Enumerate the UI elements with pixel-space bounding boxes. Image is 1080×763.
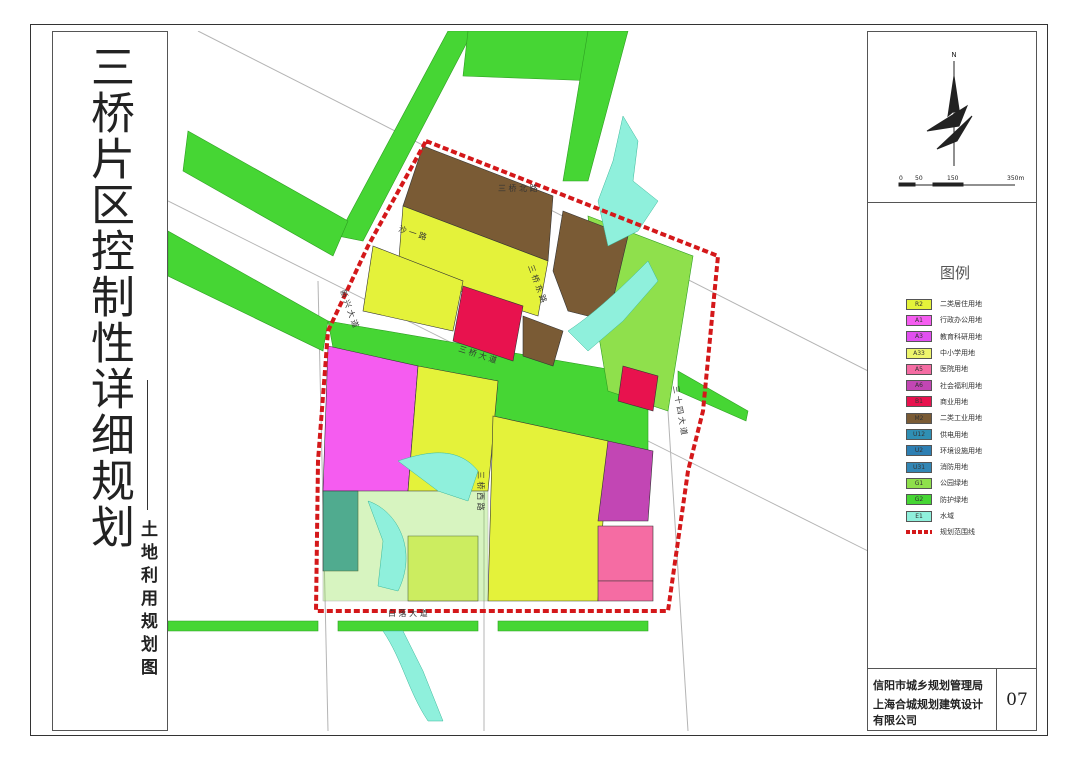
- road-label-south: 白 落 大 道: [388, 608, 428, 618]
- legend-label: 中小学用地: [940, 349, 975, 358]
- legend-item: A1 行政办公用地: [906, 312, 982, 328]
- legend-label: 社会福利用地: [940, 381, 982, 390]
- north-arrow-icon: [926, 61, 973, 166]
- legend-swatch: G1: [906, 477, 932, 489]
- legend-swatch: G2: [906, 494, 932, 506]
- legend-swatch: A3: [906, 331, 932, 343]
- page-number: 07: [996, 668, 1037, 731]
- compass-and-scale: N 0 50 150 350m: [898, 51, 1024, 187]
- legend-label: 医院用地: [940, 365, 968, 374]
- legend-swatch: U12: [906, 429, 932, 441]
- legend-item: U2 环境设施用地: [906, 443, 982, 459]
- legend-item: G2 防护绿地: [906, 492, 982, 508]
- legend-swatch: E1: [906, 510, 932, 522]
- north-label: N: [951, 51, 956, 59]
- map-canvas: 三 桥 北 路 新 兴 大 道 三 十 四 大 道 白 落 大 道 三 桥 西 …: [168, 31, 867, 731]
- legend-label: 供电用地: [940, 430, 968, 439]
- legend-item: B1 商业用地: [906, 394, 982, 410]
- legend-boundary-swatch: [906, 530, 932, 535]
- organization-1: 信阳市城乡规划管理局: [873, 679, 983, 692]
- organization-2: 上海合城规划建筑设计有限公司: [873, 698, 983, 727]
- legend-item: G1 公园绿地: [906, 475, 982, 491]
- legend-item: A33 中小学用地: [906, 345, 982, 361]
- legend-swatch: A1: [906, 314, 932, 326]
- scale-tick-3: 350m: [1007, 175, 1024, 182]
- legend-title: 图例: [940, 264, 971, 282]
- legend-label: 环境设施用地: [940, 446, 982, 455]
- legend-swatch: U2: [906, 445, 932, 457]
- legend-item: A3 教育科研用地: [906, 329, 982, 345]
- legend-label: 防护绿地: [940, 495, 968, 504]
- title-divider: [147, 380, 148, 510]
- legend-item: A5 医院用地: [906, 361, 982, 377]
- land-use-map[interactable]: 三 桥 北 路 新 兴 大 道 三 十 四 大 道 白 落 大 道 三 桥 西 …: [168, 31, 867, 731]
- legend-swatch: B1: [906, 396, 932, 408]
- scale-bar: [898, 182, 1015, 187]
- scale-tick-2: 150: [947, 175, 959, 182]
- legend-label: 二类工业用地: [940, 414, 982, 423]
- map-title: 三桥片区控制性详细规划: [83, 44, 134, 550]
- legend-swatch: A33: [906, 347, 932, 359]
- legend-item: M2 二类工业用地: [906, 410, 982, 426]
- legend-swatch: R2: [906, 298, 932, 310]
- road-label-center: 三 桥 西 路: [476, 471, 486, 511]
- legend-item: 规划范围线: [906, 524, 982, 540]
- legend-swatch: A5: [906, 363, 932, 375]
- scale-tick-0: 0: [899, 175, 903, 182]
- legend-label: 二类居住用地: [940, 300, 982, 309]
- legend-swatch: A6: [906, 380, 932, 392]
- scale-tick-1: 50: [915, 175, 923, 182]
- legend-label: 公园绿地: [940, 479, 968, 488]
- legend-label: 行政办公用地: [940, 316, 982, 325]
- legend-item: A6 社会福利用地: [906, 377, 982, 393]
- legend-item: E1 水域: [906, 508, 982, 524]
- road-label-north: 三 桥 北 路: [498, 183, 538, 193]
- legend-label: 教育科研用地: [940, 332, 982, 341]
- legend-swatch: M2: [906, 412, 932, 424]
- legend-label: 商业用地: [940, 397, 968, 406]
- legend-label: 消防用地: [940, 463, 968, 472]
- legend-label: 规划范围线: [940, 528, 975, 537]
- legend-item: R2 二类居住用地: [906, 296, 982, 312]
- legend: R2 二类居住用地 A1 行政办公用地 A3 教育科研用地 A33 中小学用地 A5 医院…: [906, 296, 982, 540]
- legend-swatch: U31: [906, 461, 932, 473]
- legend-item: U31 消防用地: [906, 459, 982, 475]
- map-subtitle: 土地利用规划图: [137, 520, 157, 681]
- legend-label: 水域: [940, 512, 954, 520]
- legend-item: U12 供电用地: [906, 426, 982, 442]
- compass-box: N 0 50 150 350m: [867, 31, 1037, 203]
